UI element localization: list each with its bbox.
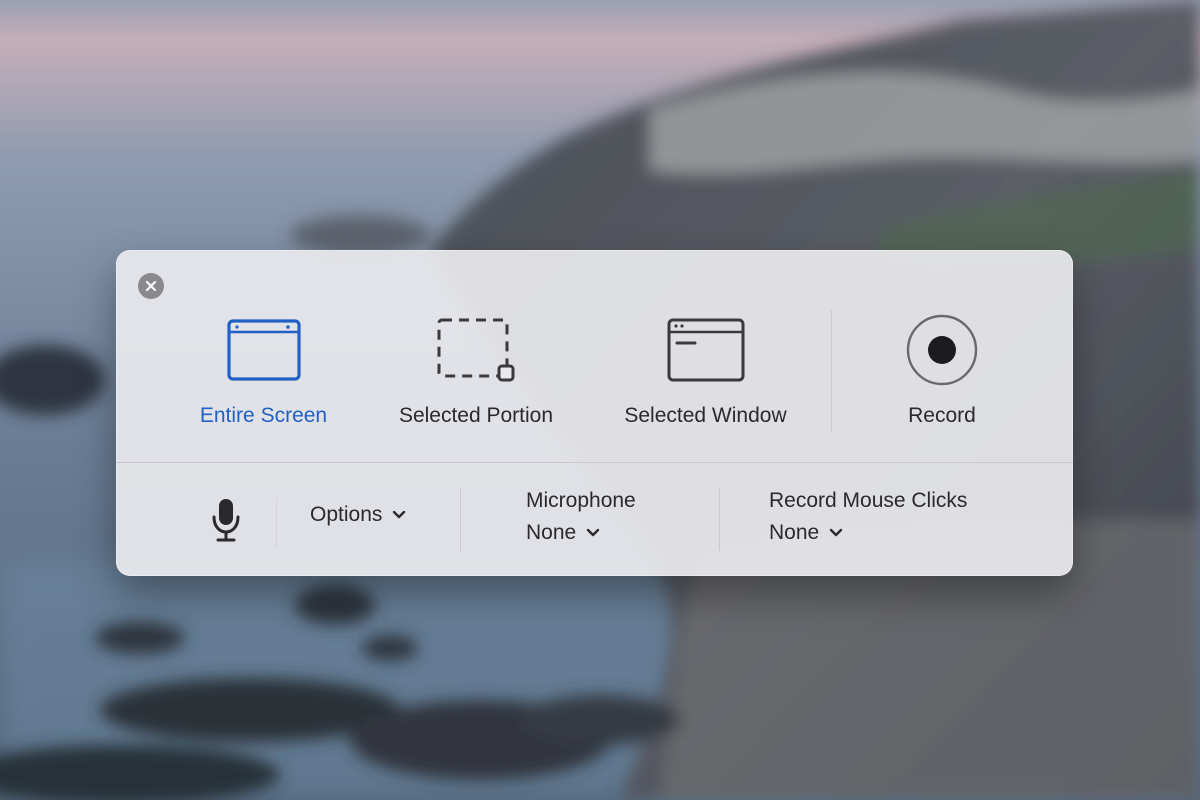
options-dropdown[interactable]: Options (310, 503, 406, 527)
options-divider (460, 489, 461, 551)
microphone-title: Microphone (526, 489, 636, 512)
microphone-dropdown[interactable]: None (526, 521, 600, 545)
microphone-value: None (526, 521, 577, 544)
selected-window-label: Selected Window (624, 404, 787, 427)
mic-divider (276, 498, 277, 548)
selected-portion-option[interactable]: Selected Portion (386, 310, 566, 428)
selected-portion-icon (431, 310, 521, 390)
microphone-divider (719, 489, 720, 551)
capture-mode-row: Entire Screen Selected Portion Selected … (116, 250, 1073, 462)
options-label: Options (310, 503, 383, 526)
record-button[interactable]: Record (892, 310, 992, 428)
record-divider (831, 310, 832, 432)
record-label: Record (908, 404, 976, 427)
mouse-clicks-dropdown[interactable]: None (769, 521, 843, 545)
chevron-down-icon (829, 528, 843, 538)
chevron-down-icon (586, 528, 600, 538)
microphone-toggle[interactable] (208, 496, 244, 544)
mouse-clicks-title: Record Mouse Clicks (769, 489, 968, 512)
chevron-down-icon (392, 510, 406, 520)
record-icon (897, 310, 987, 390)
entire-screen-option[interactable]: Entire Screen (191, 310, 336, 428)
microphone-icon (212, 499, 240, 542)
entire-screen-label: Entire Screen (199, 404, 328, 427)
mouse-clicks-value: None (769, 521, 820, 544)
settings-row: Options Microphone None Record Mouse Cli… (116, 463, 1073, 576)
desktop: Entire Screen Selected Portion Selected … (0, 0, 1200, 800)
selected-window-option[interactable]: Selected Window (613, 310, 798, 428)
selected-window-icon (661, 310, 751, 390)
selected-portion-label: Selected Portion (398, 404, 554, 427)
entire-screen-icon (219, 310, 309, 390)
screen-recording-toolbar: Entire Screen Selected Portion Selected … (116, 250, 1073, 576)
